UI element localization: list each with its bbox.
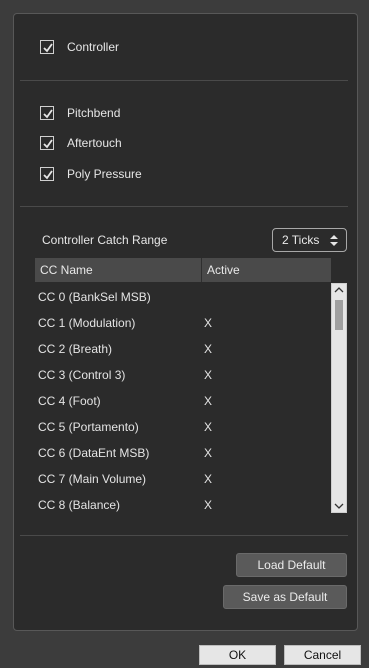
cc-name-cell: CC 1 (Modulation) xyxy=(38,316,136,330)
table-row[interactable]: CC 3 (Control 3) X xyxy=(35,362,331,388)
load-default-button[interactable]: Load Default xyxy=(236,553,347,577)
checkmark-icon xyxy=(43,43,53,53)
cc-name-cell: CC 2 (Breath) xyxy=(38,342,113,356)
active-cell[interactable]: X xyxy=(204,394,212,408)
checkmark-icon xyxy=(43,139,53,149)
active-cell[interactable]: X xyxy=(204,420,212,434)
column-divider xyxy=(201,258,202,282)
catch-range-label: Controller Catch Range xyxy=(42,233,168,247)
active-cell[interactable]: X xyxy=(204,368,212,382)
column-header-active[interactable]: Active xyxy=(207,258,240,282)
active-cell[interactable]: X xyxy=(204,472,212,486)
pitchbend-label: Pitchbend xyxy=(67,106,121,120)
table-row[interactable]: CC 5 (Portamento) X xyxy=(35,414,331,440)
poly-pressure-checkbox-row[interactable]: Poly Pressure xyxy=(40,165,142,183)
table-row[interactable]: CC 1 (Modulation) X xyxy=(35,310,331,336)
table-scrollbar[interactable] xyxy=(331,283,347,513)
checkmark-icon xyxy=(43,170,53,180)
separator xyxy=(20,80,348,81)
table-row[interactable]: CC 0 (BankSel MSB) xyxy=(35,284,331,310)
catch-range-value: 2 Ticks xyxy=(282,233,320,247)
active-cell[interactable]: X xyxy=(204,342,212,356)
active-cell[interactable]: X xyxy=(204,316,212,330)
scrollbar-thumb[interactable] xyxy=(335,300,343,330)
cc-name-cell: CC 8 (Balance) xyxy=(38,498,121,512)
table-body: CC 0 (BankSel MSB) CC 1 (Modulation) X C… xyxy=(35,284,331,518)
pitchbend-checkbox-row[interactable]: Pitchbend xyxy=(40,104,120,122)
poly-pressure-checkbox[interactable] xyxy=(40,167,54,181)
table-row[interactable]: CC 6 (DataEnt MSB) X xyxy=(35,440,331,466)
controller-checkbox[interactable] xyxy=(40,40,54,54)
aftertouch-checkbox[interactable] xyxy=(40,136,54,150)
active-cell[interactable]: X xyxy=(204,498,212,512)
controller-label: Controller xyxy=(67,40,120,54)
controller-checkbox-row[interactable]: Controller xyxy=(40,38,119,56)
cc-name-cell: CC 0 (BankSel MSB) xyxy=(38,290,151,304)
save-as-default-button[interactable]: Save as Default xyxy=(223,585,347,609)
cc-name-cell: CC 5 (Portamento) xyxy=(38,420,139,434)
cc-name-cell: CC 7 (Main Volume) xyxy=(38,472,147,486)
separator xyxy=(20,206,348,207)
cc-name-cell: CC 6 (DataEnt MSB) xyxy=(38,446,150,460)
pitchbend-checkbox[interactable] xyxy=(40,106,54,120)
aftertouch-checkbox-row[interactable]: Aftertouch xyxy=(40,134,122,152)
poly-pressure-label: Poly Pressure xyxy=(67,167,142,181)
table-row[interactable]: CC 2 (Breath) X xyxy=(35,336,331,362)
ok-button[interactable]: OK xyxy=(199,645,276,665)
table-row[interactable]: CC 4 (Foot) X xyxy=(35,388,331,414)
separator xyxy=(20,535,348,536)
aftertouch-label: Aftertouch xyxy=(67,136,122,150)
cc-name-cell: CC 3 (Control 3) xyxy=(38,368,126,382)
table-header: CC Name Active xyxy=(35,258,331,282)
spin-arrows-icon[interactable] xyxy=(329,234,339,247)
cancel-button[interactable]: Cancel xyxy=(284,645,361,665)
checkmark-icon xyxy=(43,109,53,119)
table-row[interactable]: CC 8 (Balance) X xyxy=(35,492,331,518)
catch-range-spinbox[interactable]: 2 Ticks xyxy=(272,228,347,252)
scroll-up-icon[interactable] xyxy=(334,286,344,294)
column-header-cc-name[interactable]: CC Name xyxy=(40,258,93,282)
cc-name-cell: CC 4 (Foot) xyxy=(38,394,101,408)
table-row[interactable]: CC 7 (Main Volume) X xyxy=(35,466,331,492)
scroll-down-icon[interactable] xyxy=(334,502,344,510)
active-cell[interactable]: X xyxy=(204,446,212,460)
